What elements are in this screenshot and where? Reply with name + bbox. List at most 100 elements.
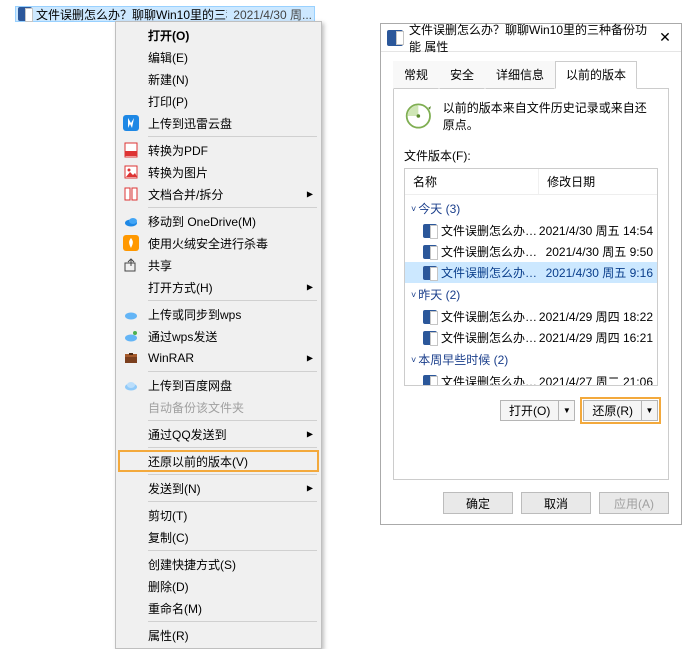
group-title: 昨天 (2) xyxy=(418,286,460,303)
dialog-buttons: 确定 取消 应用(A) xyxy=(381,488,681,524)
word-doc-icon xyxy=(423,310,437,324)
menu-item-label: 删除(D) xyxy=(148,578,189,595)
blank-icon xyxy=(122,506,140,524)
dropdown-icon[interactable]: ▼ xyxy=(641,401,657,420)
list-item[interactable]: 文件误删怎么办？聊聊Win1...2021/4/30 周五 9:50 xyxy=(405,241,657,262)
chevron-down-icon: ˅ xyxy=(411,355,416,365)
menu-item[interactable]: 创建快捷方式(S) xyxy=(118,553,319,575)
menu-item[interactable]: 还原以前的版本(V) xyxy=(118,450,319,472)
menu-item-label: 上传到迅雷云盘 xyxy=(148,115,232,132)
menu-item-label: 还原以前的版本(V) xyxy=(148,453,248,470)
menu-item[interactable]: 重命名(M) xyxy=(118,597,319,619)
menu-item[interactable]: 使用火绒安全进行杀毒 xyxy=(118,232,319,254)
file-versions-label: 文件版本(F): xyxy=(404,147,658,164)
versions-listbox[interactable]: 名称 修改日期 ˅今天 (3)文件误删怎么办？聊聊Win1...2021/4/3… xyxy=(404,168,658,386)
menu-item-label: 转换为PDF xyxy=(148,142,208,159)
dialog-titlebar: 文件误删怎么办？聊聊Win10里的三种备份功能 属性 ✕ xyxy=(381,24,681,52)
blank-icon xyxy=(122,92,140,110)
restore-split-button[interactable]: 还原(R) ▼ xyxy=(583,400,658,421)
column-name[interactable]: 名称 xyxy=(405,169,539,194)
menu-item[interactable]: 打开(O) xyxy=(118,24,319,46)
menu-item[interactable]: WinRAR▶ xyxy=(118,347,319,369)
list-item[interactable]: 文件误删怎么办？聊聊Win1...2021/4/29 周四 18:22 xyxy=(405,306,657,327)
menu-item[interactable]: 新建(N) xyxy=(118,68,319,90)
list-group-header[interactable]: ˅今天 (3) xyxy=(405,197,657,220)
menu-item-label: 移动到 OneDrive(M) xyxy=(148,213,256,230)
tab[interactable]: 安全 xyxy=(439,61,485,89)
list-body: ˅今天 (3)文件误删怎么办？聊聊Win1...2021/4/30 周五 14:… xyxy=(405,195,657,386)
menu-item[interactable]: 共享 xyxy=(118,254,319,276)
menu-item-label: 文档合并/拆分 xyxy=(148,186,223,203)
menu-item-label: 编辑(E) xyxy=(148,49,188,66)
blank-icon xyxy=(122,425,140,443)
blank-icon xyxy=(122,70,140,88)
open-button-label: 打开(O) xyxy=(501,401,558,420)
row-name: 文件误删怎么办？聊聊Win1... xyxy=(441,264,546,281)
menu-item[interactable]: 发送到(N)▶ xyxy=(118,477,319,499)
menu-item[interactable]: 转换为图片 xyxy=(118,161,319,183)
list-item[interactable]: 文件误删怎么办？聊聊Win1...2021/4/27 周二 21:06 xyxy=(405,371,657,386)
blank-icon xyxy=(122,599,140,617)
row-name: 文件误删怎么办？聊聊Win1... xyxy=(441,308,539,325)
dropdown-icon[interactable]: ▼ xyxy=(558,401,574,420)
restore-button-label: 还原(R) xyxy=(584,401,641,420)
menu-item[interactable]: 上传或同步到wps xyxy=(118,303,319,325)
list-group-header[interactable]: ˅昨天 (2) xyxy=(405,283,657,306)
menu-separator xyxy=(148,300,317,301)
list-item[interactable]: 文件误删怎么办？聊聊Win1...2021/4/30 周五 14:54 xyxy=(405,220,657,241)
menu-item-label: 打开方式(H) xyxy=(148,279,213,296)
menu-item[interactable]: 上传到百度网盘 xyxy=(118,374,319,396)
menu-item[interactable]: 转换为PDF xyxy=(118,139,319,161)
properties-dialog: 文件误删怎么办？聊聊Win10里的三种备份功能 属性 ✕ 常规安全详细信息以前的… xyxy=(380,23,682,525)
cancel-button[interactable]: 取消 xyxy=(521,492,591,514)
list-item[interactable]: 文件误删怎么办？聊聊Win1...2021/4/30 周五 9:16 xyxy=(405,262,657,283)
apply-button[interactable]: 应用(A) xyxy=(599,492,669,514)
menu-separator xyxy=(148,474,317,475)
menu-item[interactable]: 剪切(T) xyxy=(118,504,319,526)
chevron-right-icon: ▶ xyxy=(307,484,313,493)
menu-item-label: 通过wps发送 xyxy=(148,328,217,345)
menu-item[interactable]: 打印(P) xyxy=(118,90,319,112)
column-date[interactable]: 修改日期 xyxy=(539,169,657,194)
ok-button[interactable]: 确定 xyxy=(443,492,513,514)
menu-item[interactable]: 打开方式(H)▶ xyxy=(118,276,319,298)
menu-item[interactable]: 删除(D) xyxy=(118,575,319,597)
wps-icon xyxy=(122,305,140,323)
tab[interactable]: 常规 xyxy=(393,61,439,89)
menu-item[interactable]: 编辑(E) xyxy=(118,46,319,68)
chevron-right-icon: ▶ xyxy=(307,354,313,363)
group-title: 今天 (3) xyxy=(418,200,460,217)
tab[interactable]: 详细信息 xyxy=(485,61,555,89)
row-date: 2021/4/29 周四 16:21 xyxy=(539,329,653,346)
row-date: 2021/4/30 周五 14:54 xyxy=(539,222,653,239)
menu-separator xyxy=(148,447,317,448)
menu-item[interactable]: 通过QQ发送到▶ xyxy=(118,423,319,445)
menu-item: 自动备份该文件夹 xyxy=(118,396,319,418)
word-doc-icon xyxy=(423,375,437,387)
menu-item[interactable]: 文档合并/拆分▶ xyxy=(118,183,319,205)
list-group-header[interactable]: ˅本周早些时候 (2) xyxy=(405,348,657,371)
menu-item[interactable]: 通过wps发送 xyxy=(118,325,319,347)
menu-separator xyxy=(148,621,317,622)
menu-item-label: 重命名(M) xyxy=(148,600,202,617)
menu-separator xyxy=(148,371,317,372)
img-icon xyxy=(122,163,140,181)
share-icon xyxy=(122,256,140,274)
word-doc-icon xyxy=(423,224,437,238)
menu-item[interactable]: 复制(C) xyxy=(118,526,319,548)
menu-item[interactable]: 属性(R) xyxy=(118,624,319,646)
blank-icon xyxy=(122,626,140,644)
menu-separator xyxy=(148,207,317,208)
tab[interactable]: 以前的版本 xyxy=(555,61,637,89)
blank-icon xyxy=(122,398,140,416)
menu-separator xyxy=(148,136,317,137)
list-item[interactable]: 文件误删怎么办？聊聊Win1...2021/4/29 周四 16:21 xyxy=(405,327,657,348)
menu-item[interactable]: 移动到 OneDrive(M) xyxy=(118,210,319,232)
menu-item-label: 新建(N) xyxy=(148,71,189,88)
row-name: 文件误删怎么办？聊聊Win1... xyxy=(441,222,539,239)
close-icon[interactable]: ✕ xyxy=(655,29,675,46)
winrar-icon xyxy=(122,349,140,367)
explorer-file-item[interactable]: 文件误删怎么办？聊聊Win10里的三种备份功能 2021/4/30 周... xyxy=(15,6,315,22)
menu-item[interactable]: 上传到迅雷云盘 xyxy=(118,112,319,134)
open-split-button[interactable]: 打开(O) ▼ xyxy=(500,400,575,421)
